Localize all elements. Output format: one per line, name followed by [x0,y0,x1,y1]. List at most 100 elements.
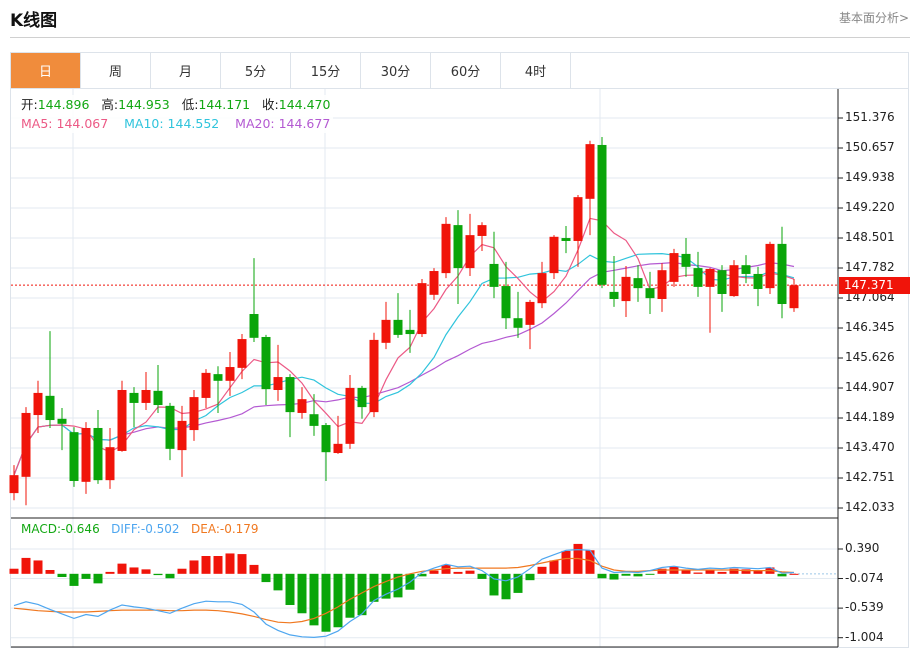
macd-value: -0.646 [61,522,100,536]
candle-body [177,420,187,451]
candle-body [765,243,775,289]
candle-body [165,405,175,449]
price-tick-label: 142.033 [845,500,895,514]
macd-bar [429,570,439,574]
candle-body [729,265,739,297]
macd-tick-label: -1.004 [845,629,884,644]
candle-body [489,263,499,287]
candle-body [153,390,163,406]
candle-body [513,318,523,328]
candle-body [549,236,559,274]
candle-body [33,392,43,416]
macd-bar [321,573,331,632]
candle-body [225,367,235,381]
candle-body [357,387,367,408]
candle-body [789,285,799,309]
close-value: 144.470 [278,97,331,112]
macd-bar [297,573,307,614]
price-tick-label: 148.501 [845,230,895,244]
price-tick-label: 144.907 [845,380,895,394]
macd-bar [537,566,547,574]
macd-bar [453,571,463,574]
candle-body [189,397,199,431]
macd-bar [213,555,223,574]
macd-bar [9,568,19,574]
price-tick-label: 144.189 [845,410,895,424]
macd-bar [789,573,799,575]
ma20-label: MA20: [235,116,275,131]
high-value: 144.953 [118,97,170,112]
dea-label: DEA: [191,522,220,536]
macd-info: MACD:-0.646 DIFF:-0.502 DEA:-0.179 [21,522,259,536]
diff-label: DIFF: [111,522,141,536]
price-tick-label: 150.657 [845,140,895,154]
candle-body [609,291,619,299]
diff-value: -0.502 [140,522,180,536]
macd-bar [333,573,343,628]
candle-body [273,377,283,390]
macd-label: MACD: [21,522,62,536]
candle-body [645,288,655,299]
macd-bar [549,560,559,574]
candle-body [657,270,667,299]
macd-bar [201,555,211,574]
macd-bar [621,573,631,576]
candle-body [285,377,295,413]
last-price-tag: 147.371 [839,277,910,294]
candle-body [693,268,703,287]
macd-bar [777,573,787,577]
macd-bar [81,573,91,579]
price-tick-label: 147.782 [845,260,895,274]
candle-body [309,414,319,426]
candle-body [345,387,355,444]
candle-body [333,443,343,454]
candle-body [93,427,103,481]
candle-body [669,253,679,282]
candle-body [249,314,259,338]
candle-body [753,273,763,289]
candle-body [585,144,595,199]
macd-bar [237,554,247,574]
ma10-value: 144.552 [167,116,220,131]
candle-body [705,268,715,287]
price-tick-label: 143.470 [845,440,895,454]
dea-value: -0.179 [219,522,259,536]
candle-body [261,336,271,390]
candle-body [537,273,547,304]
ma10-label: MA10: [124,116,164,131]
candle-body [213,374,223,381]
macd-bar [33,560,43,574]
candle-body [525,301,535,325]
ma5-label: MA5: [21,116,53,131]
candle-body [237,339,247,368]
price-tick-label: 151.376 [845,110,895,124]
macd-bar [717,571,727,574]
macd-bar [609,573,619,580]
macd-bar [69,573,79,586]
close-label: 收: [262,97,279,112]
macd-tick-label: -0.539 [845,600,884,615]
candle-body [369,339,379,413]
macd-bar [381,573,391,599]
ma10-line [13,252,795,476]
macd-bar [465,570,475,574]
macd-bar [477,573,487,579]
ohlc-info: 开:144.896 高:144.953 低:144.171 收:144.470 … [11,95,334,133]
low-value: 144.171 [198,97,251,112]
candle-body [597,144,607,285]
diff-line [13,548,795,639]
macd-bar [45,569,55,574]
candle-body [393,319,403,335]
candle-body [9,475,19,494]
macd-bar [597,573,607,579]
candle-body [621,276,631,302]
candle-body [417,283,427,335]
candle-body [453,225,463,269]
candle-body [741,265,751,274]
candle-body [21,412,31,477]
candle-body [681,253,691,267]
candle-body [561,238,571,241]
macd-bar [225,553,235,574]
macd-bar [633,573,643,577]
open-value: 144.896 [37,97,90,112]
